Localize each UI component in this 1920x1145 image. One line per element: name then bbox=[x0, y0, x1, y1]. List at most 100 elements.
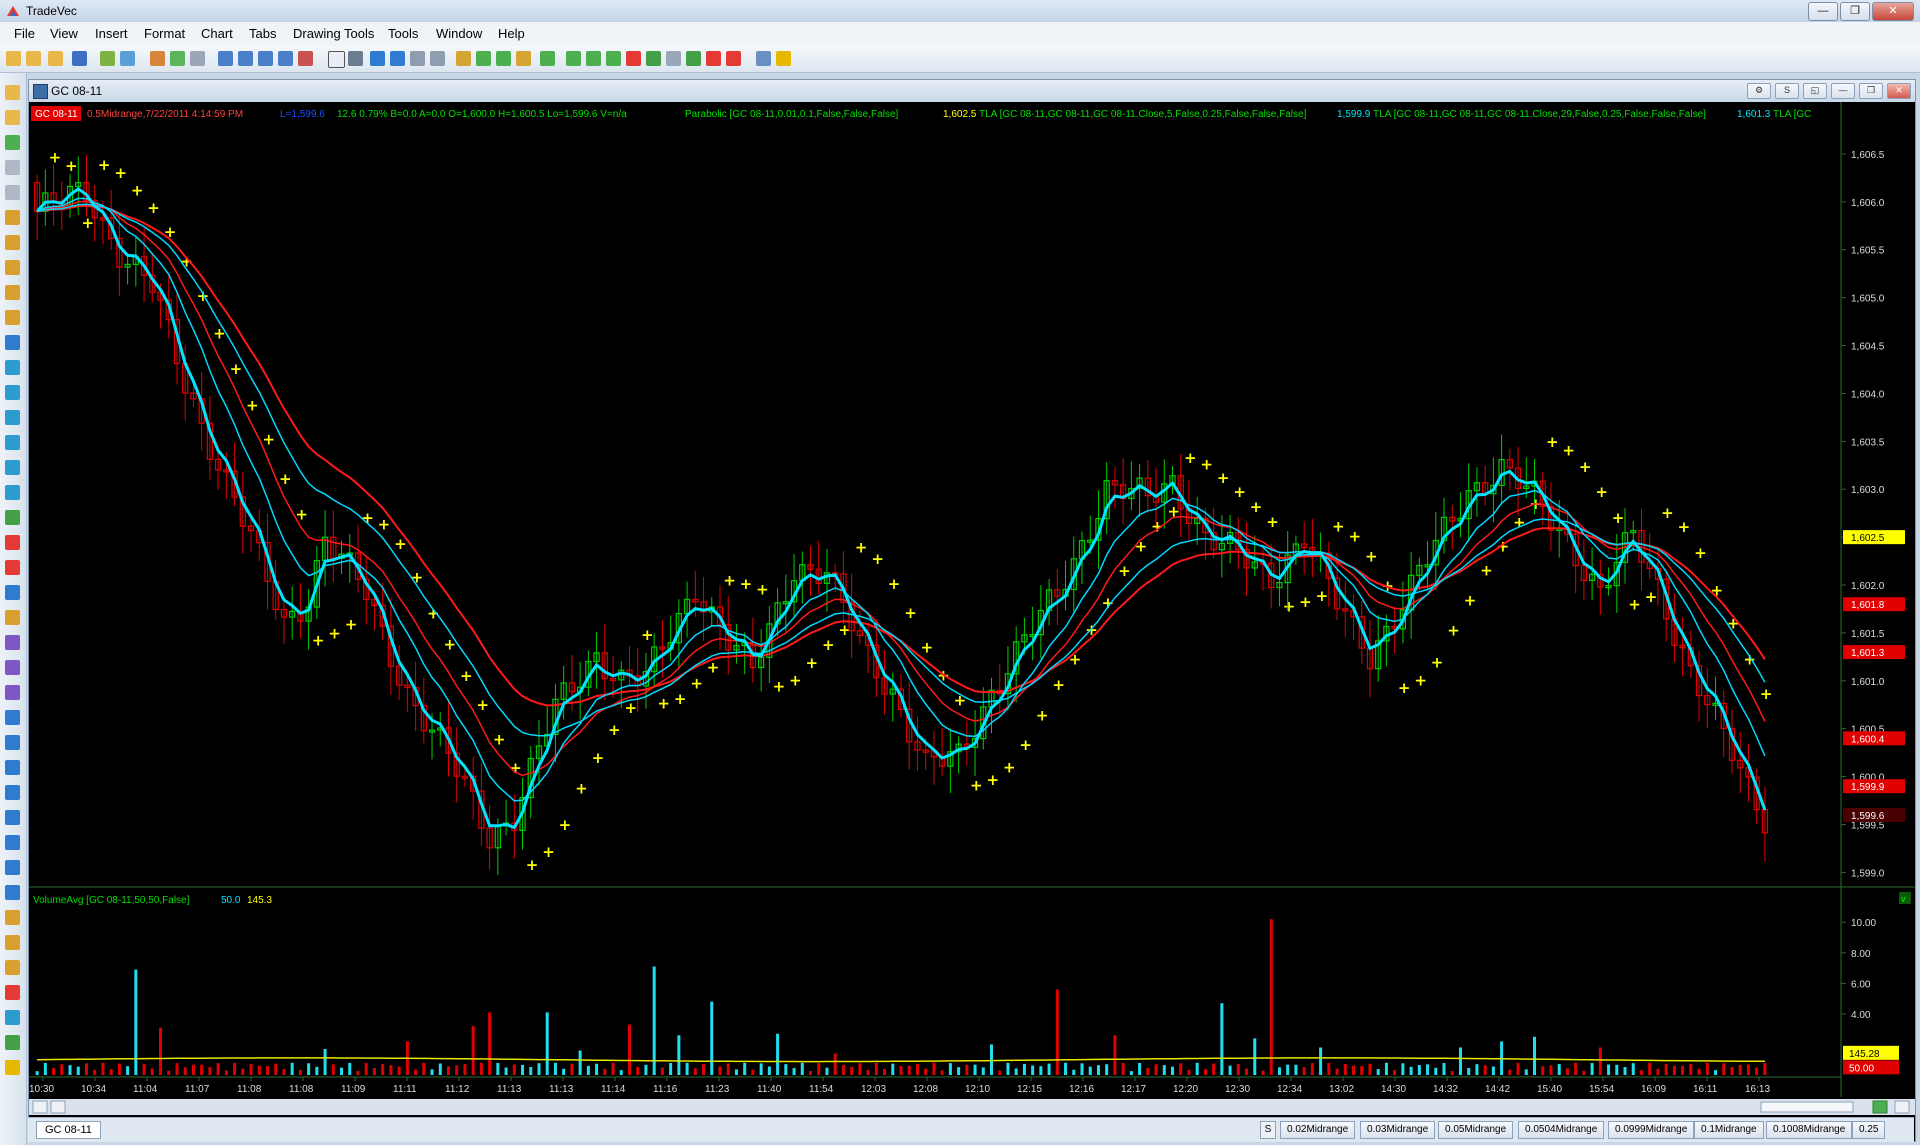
menu-file[interactable]: File bbox=[14, 26, 35, 41]
zoom-in-icon[interactable] bbox=[410, 51, 425, 66]
shapes-icon[interactable] bbox=[5, 85, 20, 100]
price-range-icon[interactable] bbox=[5, 910, 20, 925]
chart-float-button[interactable]: ◱ bbox=[1803, 83, 1827, 99]
menu-view[interactable]: View bbox=[50, 26, 78, 41]
ellipse-icon[interactable] bbox=[5, 885, 20, 900]
channel-icon[interactable] bbox=[5, 235, 20, 250]
rectangle-icon[interactable] bbox=[5, 860, 20, 875]
delete-x-icon[interactable] bbox=[5, 185, 20, 200]
crosshair-line-icon[interactable] bbox=[5, 810, 20, 825]
menu-drawing-tools[interactable]: Drawing Tools bbox=[293, 26, 374, 41]
chart-bars-icon[interactable] bbox=[566, 51, 581, 66]
arc-icon[interactable] bbox=[5, 310, 20, 325]
chart-restore-button[interactable]: ❐ bbox=[1859, 83, 1883, 99]
layout-icon[interactable] bbox=[258, 51, 273, 66]
scroll-back-button[interactable] bbox=[50, 1100, 66, 1114]
bars-pattern-icon[interactable] bbox=[5, 460, 20, 475]
chart-close-button[interactable]: ✕ bbox=[1887, 83, 1911, 99]
scroll-left-icon[interactable] bbox=[456, 51, 471, 66]
line-chart-icon[interactable] bbox=[646, 51, 661, 66]
left-arrow-icon[interactable] bbox=[5, 1035, 20, 1050]
strategy-icon[interactable] bbox=[706, 51, 721, 66]
fibonacci-icon[interactable] bbox=[5, 335, 20, 350]
menu-tools[interactable]: Tools bbox=[388, 26, 418, 41]
right-arrow-icon[interactable] bbox=[5, 1060, 20, 1075]
regression-icon[interactable] bbox=[5, 510, 20, 525]
price-axis[interactable]: 1,606.5 1,606.0 1,605.5 1,605.0 1,604.5 1,604… bbox=[1841, 150, 1885, 879]
print-icon[interactable] bbox=[298, 51, 313, 66]
tab-midrange-01[interactable]: 0.1Midrange bbox=[1694, 1121, 1764, 1139]
template-icon[interactable] bbox=[278, 51, 293, 66]
cursor-help-icon[interactable] bbox=[348, 51, 363, 66]
restore-button[interactable]: ❐ bbox=[1840, 2, 1870, 21]
time-range-icon[interactable] bbox=[5, 935, 20, 950]
list-icon[interactable] bbox=[238, 51, 253, 66]
menu-window[interactable]: Window bbox=[436, 26, 482, 41]
horizontal-line-icon[interactable] bbox=[5, 760, 20, 775]
crosshair-icon[interactable] bbox=[370, 51, 385, 66]
properties-icon[interactable] bbox=[756, 51, 771, 66]
chart-link-button[interactable]: S bbox=[1775, 83, 1799, 99]
indicator-icon[interactable] bbox=[626, 51, 641, 66]
symbol-tab[interactable]: GC 08-11 bbox=[36, 1121, 101, 1139]
text-icon[interactable] bbox=[5, 710, 20, 725]
tab-midrange-025[interactable]: 0.25 bbox=[1852, 1121, 1886, 1139]
tab-midrange-00504[interactable]: 0.0504Midrange bbox=[1518, 1121, 1605, 1139]
bar-compress-icon[interactable] bbox=[516, 51, 531, 66]
up-arrow-icon[interactable] bbox=[5, 1010, 20, 1025]
add-symbol-icon[interactable] bbox=[100, 51, 115, 66]
settings-icon[interactable] bbox=[190, 51, 205, 66]
tab-midrange-005[interactable]: 0.05Midrange bbox=[1438, 1121, 1514, 1139]
menu-insert[interactable]: Insert bbox=[95, 26, 128, 41]
line-icon[interactable] bbox=[5, 735, 20, 750]
open-folder-icon[interactable] bbox=[6, 51, 21, 66]
menu-tabs[interactable]: Tabs bbox=[249, 26, 276, 41]
menu-chart[interactable]: Chart bbox=[201, 26, 233, 41]
check-icon[interactable] bbox=[5, 135, 20, 150]
volume-axis[interactable]: 10.00 8.00 6.00 4.00 145.28 50.00 bbox=[1841, 918, 1899, 1075]
fan-icon[interactable] bbox=[5, 285, 20, 300]
shapes-group-icon[interactable] bbox=[5, 110, 20, 125]
chart-minimize-button[interactable]: — bbox=[1831, 83, 1855, 99]
time-axis[interactable]: 10:30 10:34 11:04 11:07 11:08 11:08 11:09 11:11… bbox=[29, 1077, 1770, 1095]
bar-spacing-icon[interactable] bbox=[496, 51, 511, 66]
refresh-icon[interactable] bbox=[120, 51, 135, 66]
vertical-line-icon[interactable] bbox=[5, 785, 20, 800]
triangle-icon[interactable] bbox=[5, 360, 20, 375]
s-button[interactable]: S bbox=[1260, 1121, 1276, 1139]
tab-midrange-003[interactable]: 0.03Midrange bbox=[1360, 1121, 1436, 1139]
scroll-end-button[interactable] bbox=[1894, 1100, 1910, 1114]
gann-icon[interactable] bbox=[5, 410, 20, 425]
menu-help[interactable]: Help bbox=[498, 26, 525, 41]
orders-icon[interactable] bbox=[726, 51, 741, 66]
ruler-vertical-icon[interactable] bbox=[5, 960, 20, 975]
open-workspace-icon[interactable] bbox=[26, 51, 41, 66]
scroll-first-button[interactable] bbox=[32, 1100, 48, 1114]
grid-icon[interactable] bbox=[218, 51, 233, 66]
scroll-thumb[interactable] bbox=[1760, 1101, 1854, 1113]
menu-format[interactable]: Format bbox=[144, 26, 185, 41]
close-button[interactable]: ✕ bbox=[1872, 2, 1914, 21]
folder-icon[interactable] bbox=[48, 51, 63, 66]
arrow-icon[interactable] bbox=[5, 685, 20, 700]
candles-icon[interactable] bbox=[586, 51, 601, 66]
tab-midrange-01008[interactable]: 0.1008Midrange bbox=[1766, 1121, 1853, 1139]
data-icon[interactable] bbox=[150, 51, 165, 66]
pitchfork-icon[interactable] bbox=[5, 260, 20, 275]
ray-icon[interactable] bbox=[5, 660, 20, 675]
price-chart[interactable]: GC 08-11 0.5Midrange,7/22/2011 4:14:59 P… bbox=[29, 102, 1915, 1118]
area-chart-icon[interactable] bbox=[686, 51, 701, 66]
horizontal-scrollbar[interactable] bbox=[29, 1099, 1915, 1115]
scroll-right-icon[interactable] bbox=[476, 51, 491, 66]
bar-expand-icon[interactable] bbox=[540, 51, 555, 66]
alert-bell-icon[interactable] bbox=[776, 51, 791, 66]
tab-midrange-00999[interactable]: 0.0999Midrange bbox=[1608, 1121, 1695, 1139]
speedlines-icon[interactable] bbox=[5, 560, 20, 575]
pencil-icon[interactable] bbox=[5, 835, 20, 850]
minimize-button[interactable]: — bbox=[1808, 2, 1838, 21]
down-arrow-icon[interactable] bbox=[5, 985, 20, 1000]
measure-icon[interactable] bbox=[5, 610, 20, 625]
stop-icon[interactable] bbox=[5, 535, 20, 550]
eraser-icon[interactable] bbox=[5, 160, 20, 175]
ohlc-icon[interactable] bbox=[606, 51, 621, 66]
